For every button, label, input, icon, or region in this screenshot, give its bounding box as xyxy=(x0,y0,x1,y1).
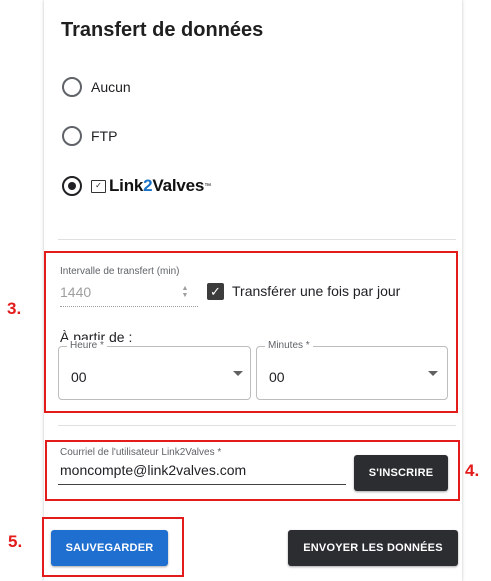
email-underline xyxy=(58,484,346,485)
minutes-select[interactable]: Minutes * 00 xyxy=(256,340,448,400)
section-title: Transfert de données xyxy=(61,19,264,41)
interval-input[interactable]: 1440 xyxy=(60,284,91,300)
save-button[interactable]: SAUVEGARDER xyxy=(51,530,168,566)
radio-option-none[interactable]: Aucun xyxy=(62,76,131,98)
hour-select-value: 00 xyxy=(71,369,87,385)
radio-none-circle[interactable] xyxy=(62,77,82,97)
hour-select[interactable]: Heure * 00 xyxy=(58,340,251,400)
link2valves-logo: ✓ Link2Valves ™ xyxy=(91,176,211,196)
interval-spinner-icon[interactable]: ▲ ▼ xyxy=(180,285,190,299)
annotation-step-5: 5. xyxy=(8,532,23,551)
annotation-step-4: 4. xyxy=(465,461,480,480)
link2valves-logo-icon: ✓ xyxy=(91,179,106,193)
email-label: Courriel de l'utilisateur Link2Valves * xyxy=(60,447,222,458)
hour-select-label: Heure * xyxy=(67,340,107,351)
divider xyxy=(58,239,456,240)
logo-trademark: ™ xyxy=(204,182,212,190)
link2valves-logo-text: Link2Valves xyxy=(109,176,205,195)
hour-chevron-down-icon[interactable] xyxy=(233,371,243,376)
once-per-day-checkbox[interactable]: ✓ xyxy=(207,283,224,300)
minutes-select-value: 00 xyxy=(269,369,285,385)
divider xyxy=(58,425,456,426)
radio-option-link2valves[interactable]: ✓ Link2Valves ™ xyxy=(62,175,211,197)
radio-link2valves-circle[interactable] xyxy=(62,176,82,196)
interval-label: Intervalle de transfert (min) xyxy=(60,266,180,277)
email-input[interactable]: moncompte@link2valves.com xyxy=(60,462,246,478)
radio-none-label: Aucun xyxy=(91,79,131,95)
send-data-button[interactable]: ENVOYER LES DONNÉES xyxy=(288,530,458,566)
once-per-day-label: Transférer une fois par jour xyxy=(232,283,401,299)
annotation-step-3: 3. xyxy=(7,299,22,318)
minutes-select-label: Minutes * xyxy=(265,340,313,351)
register-button[interactable]: S'INSCRIRE xyxy=(354,455,448,491)
radio-ftp-label: FTP xyxy=(91,128,118,144)
minutes-chevron-down-icon[interactable] xyxy=(428,371,438,376)
radio-ftp-circle[interactable] xyxy=(62,126,82,146)
radio-option-ftp[interactable]: FTP xyxy=(62,125,117,147)
interval-underline xyxy=(60,306,198,307)
